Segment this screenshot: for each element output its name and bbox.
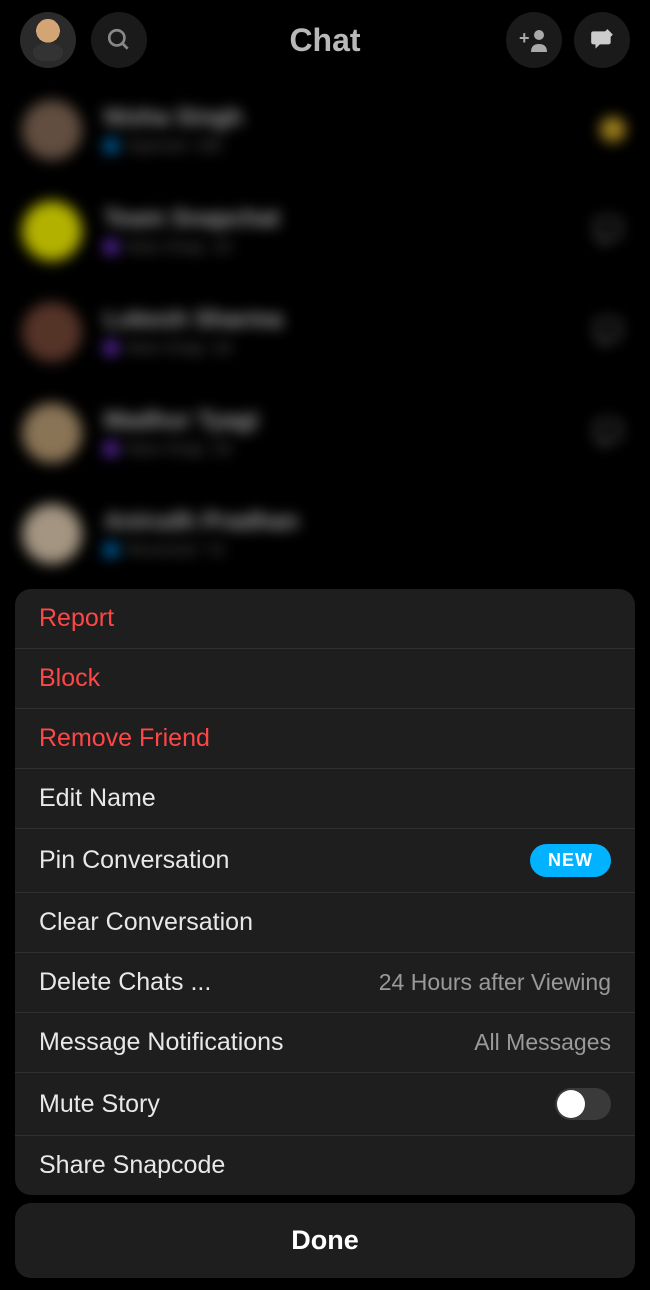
chat-name: Madhur Tyagi [104,407,566,435]
header-right-group: + [506,12,630,68]
add-friend-button[interactable]: + [506,12,562,68]
chat-status-row: New Snap 2d [104,439,566,459]
new-chat-icon [589,27,615,53]
chat-item[interactable]: Nisha Singh Opened 19h 😊 [0,80,650,181]
action-label: Edit Name [39,784,156,813]
action-label: Pin Conversation [39,846,229,875]
chat-balloon-button[interactable] [588,312,628,352]
delete-chats-action[interactable]: Delete Chats ... 24 Hours after Viewing [15,953,635,1013]
chat-name: Lokesh Sharma [104,306,566,334]
chat-balloon-button[interactable] [588,211,628,251]
chat-balloon-button[interactable] [588,413,628,453]
chat-info: Anirudh Pradhan Received 7d [104,508,628,560]
chat-avatar [22,201,82,261]
chat-avatar [22,504,82,564]
chat-header: Chat + [0,0,650,80]
bitmoji-avatar-icon [25,17,71,63]
chat-time: 19h [195,136,223,156]
action-label: Delete Chats ... [39,968,211,997]
chat-item[interactable]: Madhur Tyagi New Snap 2d [0,383,650,484]
chat-info: Nisha Singh Opened 19h [104,104,576,156]
status-indicator-icon [104,341,118,355]
chat-status-text: Received [126,540,197,560]
chat-avatar [22,302,82,362]
toggle-knob-icon [557,1090,585,1118]
action-label: Share Snapcode [39,1151,225,1180]
action-label: Clear Conversation [39,908,253,937]
block-action[interactable]: Block [15,649,635,709]
status-indicator-icon [104,240,118,254]
action-label: Report [39,604,114,633]
mute-story-toggle[interactable] [555,1088,611,1120]
chat-info: Team Snapchat New Snap 1d [104,205,566,257]
search-button[interactable] [91,12,147,68]
search-icon [106,27,132,53]
page-title: Chat [289,22,360,59]
pin-conversation-action[interactable]: Pin Conversation NEW [15,829,635,893]
friend-action-sheet: Report Block Remove Friend Edit Name Pin… [15,589,635,1195]
new-badge: NEW [530,844,611,877]
profile-avatar-button[interactable] [20,12,76,68]
edit-name-action[interactable]: Edit Name [15,769,635,829]
chat-info: Lokesh Sharma New Snap 2d [104,306,566,358]
status-indicator-icon [104,543,118,557]
chat-status-row: New Snap 2d [104,338,566,358]
chat-name: Anirudh Pradhan [104,508,628,536]
smile-emoji-icon: 😊 [598,116,628,145]
chat-avatar [22,403,82,463]
chat-name: Team Snapchat [104,205,566,233]
chat-status-text: New Snap [126,338,204,358]
chat-name: Nisha Singh [104,104,576,132]
action-meta-text: All Messages [474,1029,611,1056]
new-chat-button[interactable] [574,12,630,68]
status-indicator-icon [104,139,118,153]
chat-time: 2d [212,439,231,459]
chat-time: 2d [212,338,231,358]
action-label: Block [39,664,100,693]
chat-status-row: Received 7d [104,540,628,560]
add-friend-icon: + [519,28,549,52]
chat-balloon-icon [592,316,624,348]
remove-friend-action[interactable]: Remove Friend [15,709,635,769]
chat-item[interactable]: Team Snapchat New Snap 1d [0,181,650,282]
action-label: Message Notifications [39,1028,284,1057]
share-snapcode-action[interactable]: Share Snapcode [15,1136,635,1195]
chat-item[interactable]: Lokesh Sharma New Snap 2d [0,282,650,383]
mute-story-action[interactable]: Mute Story [15,1073,635,1136]
chat-status-row: New Snap 1d [104,237,566,257]
action-label: Mute Story [39,1090,160,1119]
chat-status-text: New Snap [126,439,204,459]
clear-conversation-action[interactable]: Clear Conversation [15,893,635,953]
status-indicator-icon [104,442,118,456]
chat-status-text: New Snap [126,237,204,257]
chat-balloon-icon [592,215,624,247]
done-button[interactable]: Done [15,1203,635,1278]
done-label: Done [291,1225,359,1255]
chat-list: Nisha Singh Opened 19h 😊 Team Snapchat N… [0,80,650,585]
report-action[interactable]: Report [15,589,635,649]
chat-balloon-icon [592,417,624,449]
message-notifications-action[interactable]: Message Notifications All Messages [15,1013,635,1073]
chat-info: Madhur Tyagi New Snap 2d [104,407,566,459]
action-meta-text: 24 Hours after Viewing [379,969,611,996]
chat-status-row: Opened 19h [104,136,576,156]
action-label: Remove Friend [39,724,210,753]
chat-time: 7d [205,540,224,560]
chat-status-text: Opened [126,136,187,156]
chat-time: 1d [212,237,231,257]
chat-avatar [22,100,82,160]
chat-item[interactable]: Anirudh Pradhan Received 7d [0,484,650,585]
svg-text:+: + [519,28,530,48]
header-left-group [20,12,147,68]
